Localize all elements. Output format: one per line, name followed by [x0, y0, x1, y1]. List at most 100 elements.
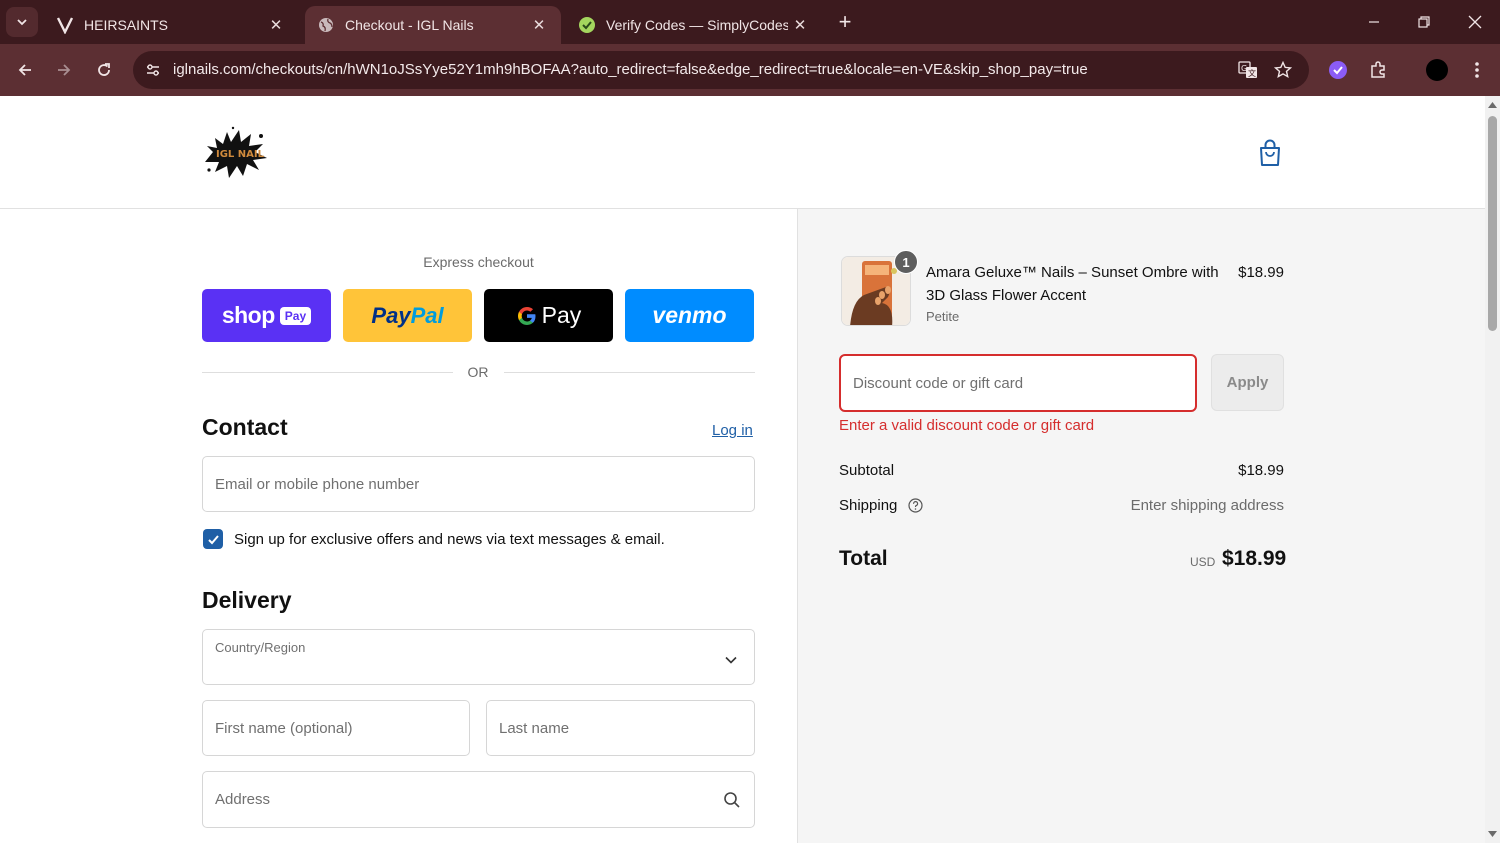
shop-pay-button[interactable]: shop Pay — [202, 289, 331, 342]
checkout-header: IGL NAIL — [0, 96, 1485, 209]
first-name-placeholder: First name (optional) — [215, 720, 353, 737]
site-settings-icon[interactable] — [139, 56, 167, 84]
close-tab-icon[interactable]: ✕ — [527, 13, 551, 37]
divider-left — [202, 372, 453, 373]
quantity-badge: 1 — [894, 250, 918, 274]
reload-icon — [98, 63, 110, 76]
shipping-label: Shipping — [839, 497, 898, 514]
address-placeholder: Address — [215, 791, 271, 808]
back-button[interactable] — [11, 56, 39, 84]
browser-tab-bar: HEIRSAINTS ✕ Checkout - IGL Nails ✕ Veri… — [0, 0, 1500, 44]
paypal-button[interactable]: Pay Pal — [343, 289, 472, 342]
login-link[interactable]: Log in — [712, 422, 753, 439]
last-name-field[interactable]: Last name — [486, 700, 755, 756]
svg-text:文: 文 — [1248, 68, 1256, 78]
product-price: $18.99 — [1238, 264, 1284, 281]
divider-right — [504, 372, 755, 373]
checkout-page: IGL NAIL Express checkout shop Pay Pay Pa… — [0, 96, 1485, 843]
translate-icon[interactable]: G文 — [1235, 57, 1261, 83]
scroll-up-arrow-icon[interactable] — [1488, 100, 1497, 109]
google-pay-button[interactable]: Pay — [484, 289, 613, 342]
forward-button[interactable] — [50, 56, 78, 84]
tab-title: Checkout - IGL Nails — [345, 17, 474, 33]
minimize-button[interactable] — [1354, 8, 1394, 36]
profile-avatar[interactable] — [1423, 56, 1451, 84]
scrollbar-thumb[interactable] — [1488, 116, 1497, 331]
globe-icon — [317, 16, 335, 34]
google-g-icon — [516, 305, 538, 327]
delivery-heading: Delivery — [202, 587, 292, 613]
svg-text:IGL NAIL: IGL NAIL — [216, 149, 265, 160]
express-checkout-title: Express checkout — [423, 254, 534, 270]
extension-simplycodes-icon[interactable] — [1324, 56, 1352, 84]
country-select[interactable]: Country/Region — [202, 629, 755, 685]
close-window-button[interactable] — [1455, 8, 1495, 36]
address-field[interactable]: Address — [202, 771, 755, 828]
signup-label: Sign up for exclusive offers and news vi… — [234, 531, 665, 548]
close-icon — [1468, 15, 1482, 29]
or-divider-text: OR — [467, 364, 489, 380]
igl-nails-logo[interactable]: IGL NAIL — [203, 126, 269, 180]
minimize-icon — [1369, 21, 1379, 23]
country-label: Country/Region — [215, 640, 306, 655]
discount-placeholder: Discount code or gift card — [853, 375, 1024, 392]
email-placeholder: Email or mobile phone number — [215, 476, 420, 493]
restore-button[interactable] — [1404, 8, 1444, 36]
total-value: $18.99 — [1222, 547, 1287, 570]
shipping-value: Enter shipping address — [1130, 497, 1284, 514]
scroll-down-arrow-icon[interactable] — [1488, 829, 1497, 838]
shop-pay-wordmark: shop — [221, 302, 275, 328]
svg-text:G: G — [1241, 64, 1247, 73]
page-scrollbar[interactable] — [1485, 96, 1500, 843]
address-bar[interactable]: iglnails.com/checkouts/cn/hWN1oJSsYye52Y… — [133, 51, 1309, 89]
subtotal-value: $18.99 — [1238, 462, 1284, 479]
close-tab-icon[interactable]: ✕ — [264, 13, 288, 37]
bookmark-star-icon[interactable] — [1270, 57, 1296, 83]
google-pay-label: Pay — [541, 302, 582, 328]
tab-simplycodes[interactable]: Verify Codes — SimplyCodes ✕ — [566, 6, 822, 44]
venmo-wordmark: venmo — [652, 302, 727, 328]
apply-discount-button[interactable]: Apply — [1211, 354, 1284, 411]
tab-title: Verify Codes — SimplyCodes — [606, 17, 788, 33]
contact-heading: Contact — [202, 414, 288, 440]
last-name-placeholder: Last name — [499, 720, 570, 737]
subtotal-label: Subtotal — [839, 462, 895, 479]
search-icon[interactable] — [723, 791, 741, 814]
paypal-wordmark-pay: Pay — [371, 302, 411, 328]
product-title: Amara Geluxe™ Nails – Sunset Ombre with … — [926, 264, 1219, 304]
tab-checkout[interactable]: Checkout - IGL Nails ✕ — [305, 6, 561, 44]
browser-toolbar: iglnails.com/checkouts/cn/hWN1oJSsYye52Y… — [0, 44, 1500, 96]
arrow-right-icon — [58, 64, 71, 76]
url-text[interactable]: iglnails.com/checkouts/cn/hWN1oJSsYye52Y… — [173, 61, 1088, 78]
email-field[interactable]: Email or mobile phone number — [202, 456, 755, 512]
chevron-down-icon — [17, 19, 27, 26]
tab-heirsaints[interactable]: HEIRSAINTS ✕ — [44, 6, 298, 44]
new-tab-button[interactable]: + — [832, 9, 858, 35]
chevron-down-icon — [725, 652, 737, 670]
shipping-label-row: Shipping — [839, 497, 923, 517]
discount-code-input[interactable]: Discount code or gift card — [839, 354, 1197, 412]
reload-button[interactable] — [90, 56, 118, 84]
order-summary: 1 Amara Geluxe™ Nails – Sunset Ombre wit… — [797, 209, 1485, 843]
simplycodes-check-icon — [578, 16, 596, 34]
signup-checkbox[interactable] — [203, 529, 223, 549]
total-label: Total — [839, 547, 888, 570]
currency-code: USD — [1190, 555, 1216, 569]
v-logo-icon — [56, 16, 74, 34]
shop-pay-tag: Pay — [279, 306, 312, 325]
first-name-field[interactable]: First name (optional) — [202, 700, 470, 756]
venmo-button[interactable]: venmo — [625, 289, 754, 342]
browser-menu-icon[interactable] — [1463, 56, 1491, 84]
checkmark-icon — [207, 534, 219, 544]
shopping-bag-icon[interactable] — [1256, 138, 1284, 168]
discount-error-message: Enter a valid discount code or gift card — [839, 417, 1095, 434]
tab-title: HEIRSAINTS — [84, 17, 169, 33]
paypal-wordmark-pal: Pal — [410, 302, 444, 328]
arrow-left-icon — [18, 64, 31, 76]
extensions-puzzle-icon[interactable] — [1364, 56, 1392, 84]
tab-search-button[interactable] — [6, 7, 38, 37]
help-circle-icon[interactable] — [907, 498, 923, 517]
close-tab-icon[interactable]: ✕ — [788, 13, 812, 37]
product-variant: Petite — [926, 309, 960, 324]
restore-icon — [1418, 16, 1430, 28]
